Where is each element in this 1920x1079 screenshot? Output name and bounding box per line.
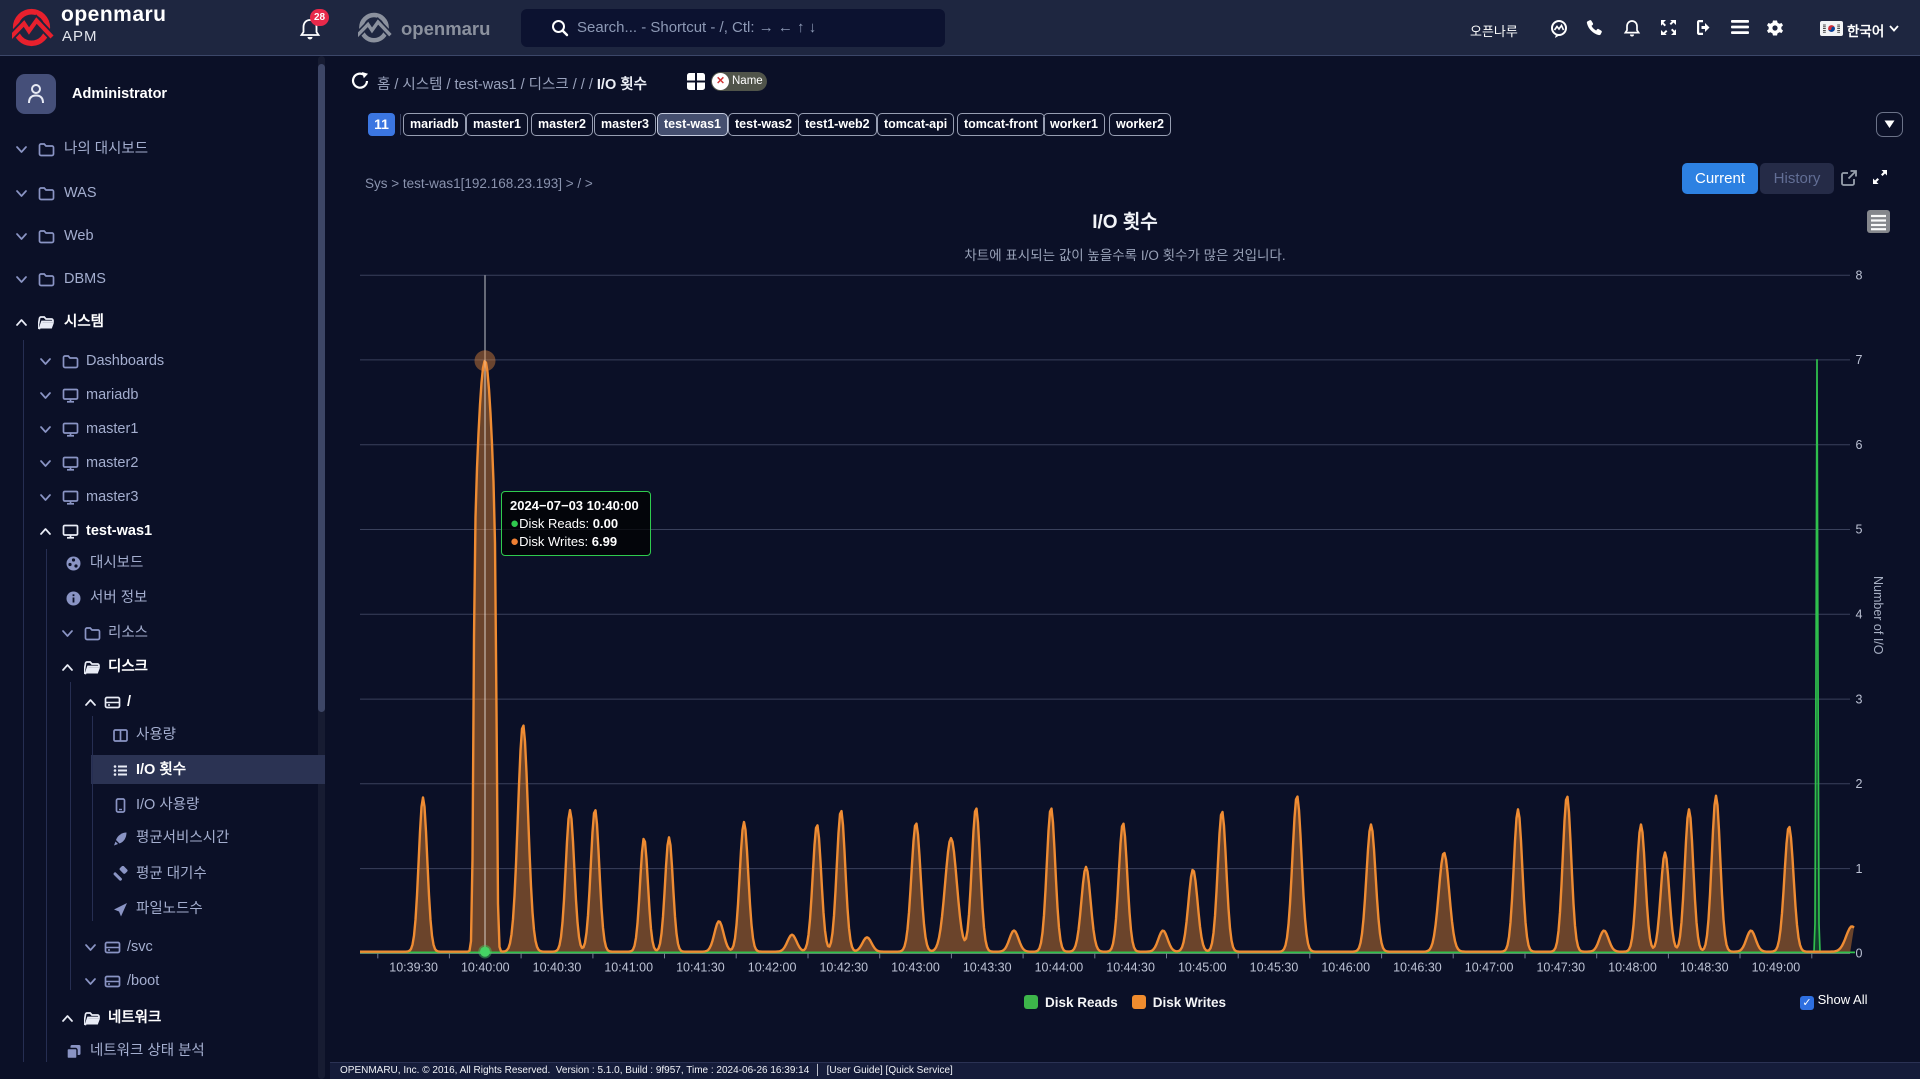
- svg-text:10:47:30: 10:47:30: [1536, 961, 1585, 975]
- svg-text:10:49:00: 10:49:00: [1752, 961, 1801, 975]
- svg-text:10:45:30: 10:45:30: [1250, 961, 1299, 975]
- svg-text:10:41:00: 10:41:00: [604, 961, 653, 975]
- svg-text:10:43:30: 10:43:30: [963, 961, 1012, 975]
- svg-text:8: 8: [1856, 268, 1863, 282]
- svg-text:10:40:00: 10:40:00: [461, 961, 510, 975]
- svg-text:10:48:30: 10:48:30: [1680, 961, 1729, 975]
- svg-text:10:42:00: 10:42:00: [748, 961, 797, 975]
- svg-text:6: 6: [1856, 438, 1863, 452]
- svg-text:10:46:30: 10:46:30: [1393, 961, 1442, 975]
- svg-text:10:44:30: 10:44:30: [1106, 961, 1155, 975]
- svg-text:10:44:00: 10:44:00: [1035, 961, 1084, 975]
- svg-text:10:42:30: 10:42:30: [819, 961, 868, 975]
- svg-text:10:45:00: 10:45:00: [1178, 961, 1227, 975]
- svg-text:10:47:00: 10:47:00: [1465, 961, 1514, 975]
- svg-text:10:40:30: 10:40:30: [533, 961, 582, 975]
- svg-text:4: 4: [1856, 608, 1863, 622]
- svg-text:3: 3: [1856, 692, 1863, 706]
- svg-text:10:43:00: 10:43:00: [891, 961, 940, 975]
- svg-text:2: 2: [1856, 777, 1863, 791]
- svg-text:10:46:00: 10:46:00: [1321, 961, 1370, 975]
- svg-text:1: 1: [1856, 862, 1863, 876]
- svg-text:10:39:30: 10:39:30: [389, 961, 438, 975]
- svg-text:7: 7: [1856, 353, 1863, 367]
- svg-text:10:41:30: 10:41:30: [676, 961, 725, 975]
- svg-text:5: 5: [1856, 523, 1863, 537]
- svg-text:0: 0: [1856, 947, 1863, 961]
- svg-text:10:48:00: 10:48:00: [1608, 961, 1657, 975]
